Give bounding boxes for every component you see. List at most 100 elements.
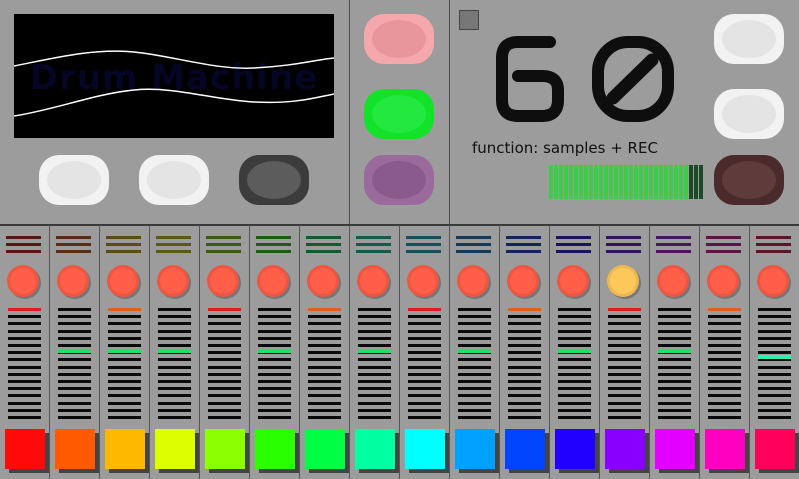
fader-tick bbox=[258, 380, 291, 383]
meter-segment bbox=[629, 165, 633, 199]
channel-pad-button[interactable] bbox=[255, 429, 295, 469]
pad-center bbox=[722, 161, 776, 199]
fader-tick bbox=[658, 387, 691, 390]
fader-tick bbox=[708, 394, 741, 397]
fader-tick bbox=[358, 380, 391, 383]
channel-knob[interactable] bbox=[557, 265, 589, 297]
meter-segment bbox=[644, 165, 648, 199]
fader-handle[interactable] bbox=[158, 349, 191, 353]
channel-knob[interactable] bbox=[357, 265, 389, 297]
fader-tick bbox=[158, 402, 191, 405]
pad-mid-green[interactable] bbox=[364, 89, 434, 139]
channel-knob[interactable] bbox=[207, 265, 239, 297]
channel-pad-button[interactable] bbox=[455, 429, 495, 469]
fader-handle[interactable] bbox=[358, 349, 391, 353]
fader-tick bbox=[308, 351, 341, 354]
pad-left-2[interactable] bbox=[139, 155, 209, 205]
fader-tick bbox=[308, 344, 341, 347]
channel-pad-button[interactable] bbox=[755, 429, 795, 469]
fader-tick bbox=[258, 416, 291, 419]
fader-tick bbox=[258, 322, 291, 325]
channel-pad-button[interactable] bbox=[5, 429, 45, 469]
fader-tick bbox=[258, 344, 291, 347]
channel-led bbox=[106, 250, 141, 253]
channel-pad-button[interactable] bbox=[405, 429, 445, 469]
fader-tick bbox=[708, 322, 741, 325]
fader-tick bbox=[608, 358, 641, 361]
channel-knob[interactable] bbox=[307, 265, 339, 297]
fader-handle[interactable] bbox=[558, 349, 591, 353]
channel-pad-button[interactable] bbox=[655, 429, 695, 469]
fader-tick bbox=[458, 366, 491, 369]
channel-led bbox=[506, 243, 541, 246]
channel-pad-button[interactable] bbox=[705, 429, 745, 469]
fader-tick bbox=[58, 344, 91, 347]
channel-led bbox=[6, 236, 41, 239]
fader-handle[interactable] bbox=[58, 349, 91, 353]
fader-handle[interactable] bbox=[108, 349, 141, 353]
channel-led bbox=[206, 250, 241, 253]
channel-knob[interactable] bbox=[57, 265, 89, 297]
channel-pad-button[interactable] bbox=[155, 429, 195, 469]
pad-mid-purple[interactable] bbox=[364, 155, 434, 205]
channel-led bbox=[456, 243, 491, 246]
fader-tick bbox=[558, 387, 591, 390]
channel-knob[interactable] bbox=[507, 265, 539, 297]
fader-tick bbox=[158, 366, 191, 369]
fader-tick bbox=[758, 344, 791, 347]
pad-right-3[interactable] bbox=[714, 155, 784, 205]
channel-pad-button[interactable] bbox=[205, 429, 245, 469]
channel-knob[interactable] bbox=[407, 265, 439, 297]
pad-left-3[interactable] bbox=[239, 155, 309, 205]
channel-pad-button[interactable] bbox=[305, 429, 345, 469]
settings-square-button[interactable] bbox=[459, 10, 479, 30]
fader-tick bbox=[8, 387, 41, 390]
channel-strip bbox=[0, 225, 50, 479]
fader-handle[interactable] bbox=[458, 349, 491, 353]
channel-pad-button[interactable] bbox=[105, 429, 145, 469]
channel-strip bbox=[250, 225, 300, 479]
fader-tick bbox=[8, 315, 41, 318]
channel-knob[interactable] bbox=[607, 265, 639, 297]
fader-handle[interactable] bbox=[758, 355, 791, 359]
fader-tick bbox=[58, 380, 91, 383]
channel-pad-button[interactable] bbox=[355, 429, 395, 469]
fader-tick bbox=[58, 358, 91, 361]
channel-led bbox=[306, 236, 341, 239]
channel-pad-button[interactable] bbox=[555, 429, 595, 469]
channel-knob[interactable] bbox=[257, 265, 289, 297]
fader-tick bbox=[608, 380, 641, 383]
channel-knob[interactable] bbox=[757, 265, 789, 297]
pad-center bbox=[372, 20, 426, 58]
channel-led bbox=[456, 250, 491, 253]
fader-tick bbox=[158, 380, 191, 383]
pad-right-1[interactable] bbox=[714, 14, 784, 64]
fader-tick bbox=[108, 330, 141, 333]
meter-segment bbox=[684, 165, 688, 199]
meter-segment bbox=[599, 165, 603, 199]
fader-handle[interactable] bbox=[658, 349, 691, 353]
pad-mid-pink[interactable] bbox=[364, 14, 434, 64]
channel-pad-button[interactable] bbox=[55, 429, 95, 469]
channel-knob[interactable] bbox=[107, 265, 139, 297]
channel-knob[interactable] bbox=[657, 265, 689, 297]
channel-led bbox=[606, 236, 641, 239]
channel-knob[interactable] bbox=[457, 265, 489, 297]
fader-tick bbox=[558, 416, 591, 419]
fader-tick bbox=[758, 416, 791, 419]
channel-pad-button[interactable] bbox=[505, 429, 545, 469]
fader-handle[interactable] bbox=[258, 349, 291, 353]
meter-segment bbox=[609, 165, 613, 199]
channel-knob[interactable] bbox=[7, 265, 39, 297]
pad-left-1[interactable] bbox=[39, 155, 109, 205]
channel-marker bbox=[208, 308, 241, 311]
fader-tick bbox=[158, 358, 191, 361]
pad-right-2[interactable] bbox=[714, 89, 784, 139]
channel-knob[interactable] bbox=[707, 265, 739, 297]
channel-led bbox=[6, 250, 41, 253]
channel-knob[interactable] bbox=[157, 265, 189, 297]
fader-tick bbox=[558, 308, 591, 311]
fader-tick bbox=[8, 416, 41, 419]
channel-led bbox=[306, 250, 341, 253]
channel-pad-button[interactable] bbox=[605, 429, 645, 469]
